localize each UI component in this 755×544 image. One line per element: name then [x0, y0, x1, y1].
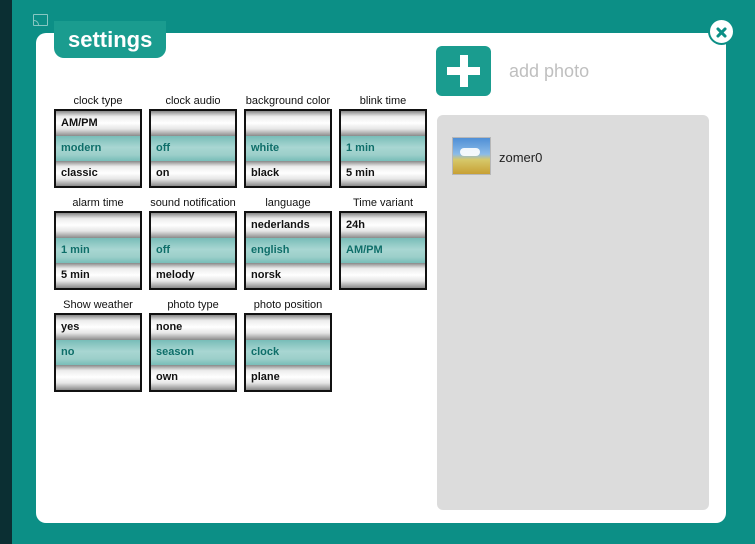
option-row[interactable]: plane	[246, 365, 330, 390]
option-row-selected[interactable]: white	[246, 136, 330, 161]
option-row-selected[interactable]: modern	[56, 136, 140, 161]
option-row[interactable]	[151, 213, 235, 238]
option-row-selected[interactable]: clock	[246, 340, 330, 365]
option-row[interactable]	[246, 315, 330, 340]
option-row[interactable]: 24h	[341, 213, 425, 238]
option-row[interactable]	[341, 263, 425, 288]
option-picker[interactable]: 1 min 5 min	[54, 211, 142, 290]
page-title: settings	[54, 21, 166, 58]
setting-label: clock audio	[165, 95, 221, 107]
setting-label: photo type	[167, 299, 219, 311]
option-picker[interactable]: off melody	[149, 211, 237, 290]
option-row[interactable]	[246, 111, 330, 136]
photo-list: zomer0	[437, 115, 709, 510]
option-picker[interactable]: AM/PM modern classic	[54, 109, 142, 188]
option-picker[interactable]: none season own	[149, 313, 237, 392]
option-picker[interactable]: clock plane	[244, 313, 332, 392]
option-row[interactable]: 5 min	[56, 263, 140, 288]
option-picker[interactable]: 24h AM/PM	[339, 211, 427, 290]
setting-label: photo position	[253, 299, 323, 311]
close-icon[interactable]	[708, 18, 735, 45]
add-photo-button[interactable]	[436, 46, 491, 96]
option-row-selected[interactable]: english	[246, 238, 330, 263]
option-row[interactable]	[56, 213, 140, 238]
option-row[interactable]: nederlands	[246, 213, 330, 238]
option-row[interactable]: melody	[151, 263, 235, 288]
option-row[interactable]: 5 min	[341, 161, 425, 186]
photo-name[interactable]: zomer0	[499, 150, 542, 165]
option-picker[interactable]: off on	[149, 109, 237, 188]
option-row[interactable]: black	[246, 161, 330, 186]
option-row-selected[interactable]: 1 min	[56, 238, 140, 263]
option-row[interactable]	[56, 365, 140, 390]
setting-label: Show weather	[63, 299, 133, 311]
photo-thumbnail[interactable]	[452, 137, 491, 175]
option-row-selected[interactable]: no	[56, 340, 140, 365]
setting-label: Time variant	[352, 197, 414, 209]
option-picker[interactable]: white black	[244, 109, 332, 188]
setting-label: language	[265, 197, 311, 209]
add-photo-label[interactable]: add photo	[509, 61, 589, 82]
option-row[interactable]: none	[151, 315, 235, 340]
option-row-selected[interactable]: season	[151, 340, 235, 365]
setting-label: blink time	[359, 95, 407, 107]
option-picker[interactable]: 1 min 5 min	[339, 109, 427, 188]
option-row[interactable]: classic	[56, 161, 140, 186]
option-row-selected[interactable]: AM/PM	[341, 238, 425, 263]
option-row-selected[interactable]: off	[151, 136, 235, 161]
option-row[interactable]: norsk	[246, 263, 330, 288]
option-picker[interactable]: yes no	[54, 313, 142, 392]
left-edge-strip	[0, 0, 12, 544]
setting-label: alarm time	[72, 197, 124, 209]
option-row-selected[interactable]: 1 min	[341, 136, 425, 161]
option-row[interactable]: own	[151, 365, 235, 390]
option-picker[interactable]: nederlands english norsk	[244, 211, 332, 290]
option-row-selected[interactable]: off	[151, 238, 235, 263]
option-row[interactable]: on	[151, 161, 235, 186]
option-row[interactable]	[151, 111, 235, 136]
setting-label: sound notification	[150, 197, 236, 209]
option-row[interactable]: AM/PM	[56, 111, 140, 136]
cast-icon[interactable]	[33, 14, 48, 26]
setting-label: background color	[245, 95, 331, 107]
option-row[interactable]	[341, 111, 425, 136]
setting-label: clock type	[73, 95, 123, 107]
option-row[interactable]: yes	[56, 315, 140, 340]
